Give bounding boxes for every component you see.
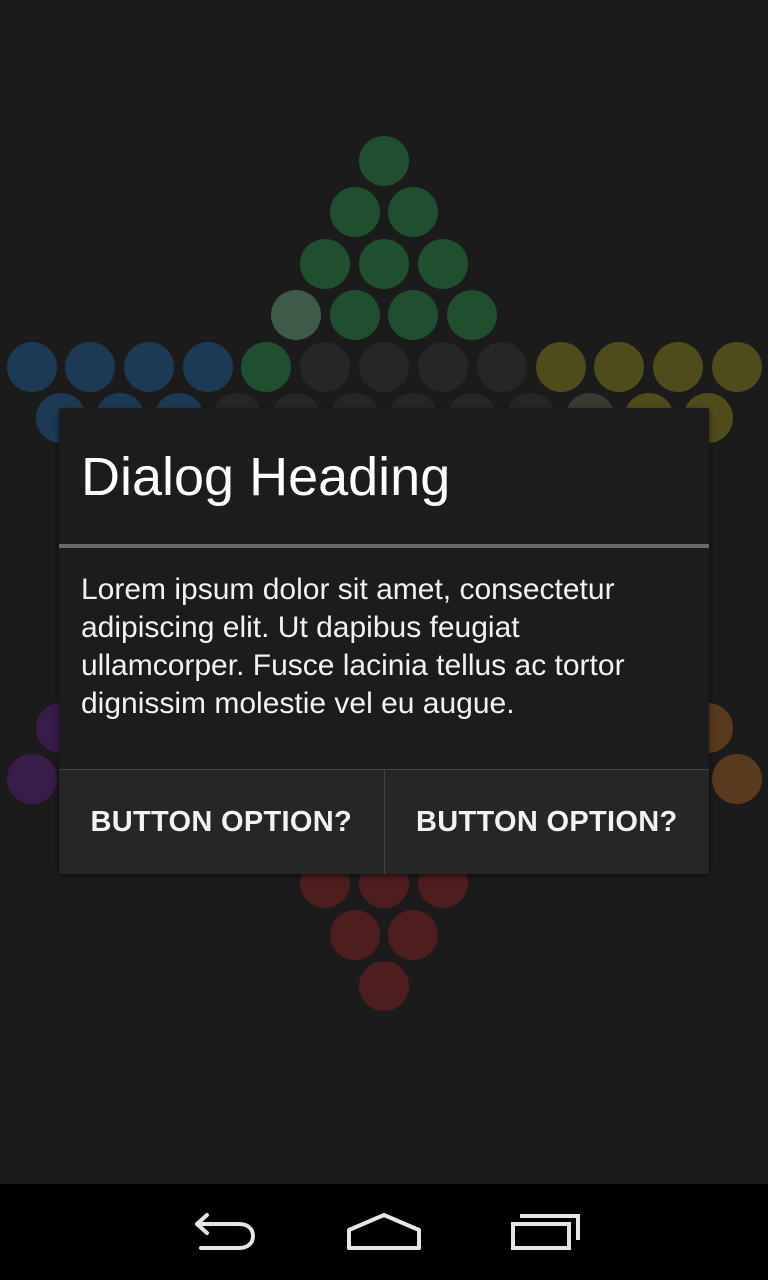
peg-green[interactable] xyxy=(418,239,468,289)
peg-empty[interactable] xyxy=(300,342,350,392)
peg-blue[interactable] xyxy=(7,342,57,392)
peg-empty[interactable] xyxy=(418,342,468,392)
peg-blue[interactable] xyxy=(65,342,115,392)
peg-red[interactable] xyxy=(330,910,380,960)
peg-green[interactable] xyxy=(330,187,380,237)
peg-red[interactable] xyxy=(359,961,409,1011)
peg-green[interactable] xyxy=(388,290,438,340)
peg-green[interactable] xyxy=(330,290,380,340)
back-button[interactable] xyxy=(164,1184,284,1280)
peg-green[interactable] xyxy=(388,187,438,237)
peg-green-selected[interactable] xyxy=(271,290,321,340)
dialog-divider xyxy=(59,544,709,548)
home-icon xyxy=(347,1213,421,1250)
peg-orange[interactable] xyxy=(712,754,762,804)
peg-green[interactable] xyxy=(359,136,409,186)
dialog-button-right[interactable]: BUTTON OPTION? xyxy=(383,770,710,874)
app-screen: Dialog Heading Lorem ipsum dolor sit ame… xyxy=(0,0,768,1280)
peg-green[interactable] xyxy=(300,239,350,289)
peg-yellow[interactable] xyxy=(653,342,703,392)
peg-green[interactable] xyxy=(447,290,497,340)
dialog-title: Dialog Heading xyxy=(81,447,451,507)
navigation-bar xyxy=(0,1184,768,1280)
peg-red[interactable] xyxy=(388,910,438,960)
home-button[interactable] xyxy=(324,1184,444,1280)
peg-empty[interactable] xyxy=(477,342,527,392)
recent-apps-button[interactable] xyxy=(486,1184,606,1280)
peg-yellow[interactable] xyxy=(536,342,586,392)
back-arrow-icon xyxy=(195,1213,256,1250)
peg-empty[interactable] xyxy=(359,342,409,392)
recent-apps-icon xyxy=(511,1214,580,1250)
dialog-message: Lorem ipsum dolor sit amet, consectetur … xyxy=(81,573,625,720)
peg-purple[interactable] xyxy=(7,754,57,804)
peg-yellow[interactable] xyxy=(594,342,644,392)
dialog: Dialog Heading Lorem ipsum dolor sit ame… xyxy=(59,408,709,874)
dialog-button-left[interactable]: BUTTON OPTION? xyxy=(59,770,384,874)
peg-green[interactable] xyxy=(241,342,291,392)
peg-yellow[interactable] xyxy=(712,342,762,392)
peg-blue[interactable] xyxy=(183,342,233,392)
peg-green[interactable] xyxy=(359,239,409,289)
peg-blue[interactable] xyxy=(124,342,174,392)
dialog-button-bar: BUTTON OPTION? BUTTON OPTION? xyxy=(59,769,709,874)
